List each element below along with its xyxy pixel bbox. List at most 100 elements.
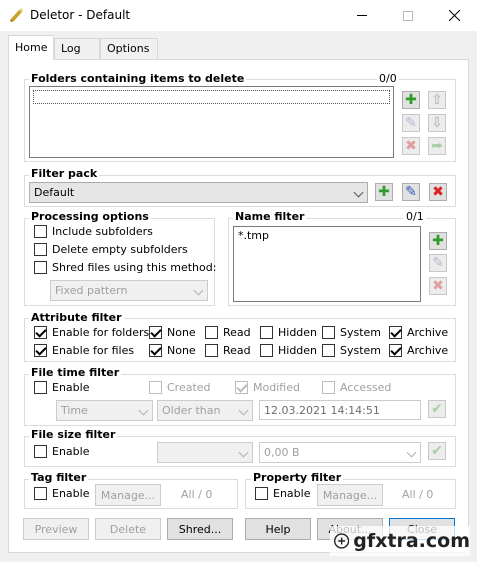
tag-enable-text: Enable: [52, 487, 90, 500]
plus-icon: ✚: [432, 233, 444, 249]
folders-hidden-checkbox[interactable]: [260, 326, 273, 339]
folders-archive-text: Archive: [407, 326, 449, 339]
files-none-checkbox[interactable]: [149, 344, 162, 357]
tab-options[interactable]: Options: [100, 38, 158, 59]
folders-system-checkbox[interactable]: [322, 326, 335, 339]
files-hidden-text: Hidden: [278, 344, 318, 357]
include-subfolders-option[interactable]: Include subfolders: [34, 225, 153, 238]
move-up-button: ⇧: [428, 91, 446, 109]
folders-none-checkbox[interactable]: [149, 326, 162, 339]
files-hidden-checkbox[interactable]: [260, 344, 273, 357]
edit-filter-pack-button[interactable]: ✎: [402, 183, 420, 201]
list-item[interactable]: *.tmp: [238, 229, 416, 242]
property-count: All / 0: [402, 488, 434, 501]
enable-folders-option[interactable]: Enable for folders: [34, 326, 149, 339]
attribute-filter-title: Attribute filter: [29, 311, 124, 324]
files-system-checkbox[interactable]: [322, 344, 335, 357]
add-folder-button[interactable]: ✚: [402, 91, 420, 109]
include-subfolders-text: Include subfolders: [52, 225, 153, 238]
files-system-option[interactable]: System: [322, 344, 381, 357]
file-time-label: File time filter: [29, 366, 122, 379]
add-name-filter-button[interactable]: ✚: [429, 232, 447, 250]
preview-button: Preview: [23, 518, 89, 540]
size-operator-select: [157, 442, 253, 463]
property-enable-checkbox[interactable]: [255, 487, 268, 500]
window-title: Deletor - Default: [30, 8, 131, 22]
property-enable-option[interactable]: Enable: [255, 487, 310, 500]
files-read-checkbox[interactable]: [205, 344, 218, 357]
chevron-down-icon: [353, 187, 364, 198]
plus-icon: ✚: [378, 184, 390, 200]
delete-empty-checkbox[interactable]: [34, 243, 47, 256]
modified-text: Modified: [253, 381, 300, 394]
arrow-right-icon: ➦: [431, 138, 443, 154]
enable-files-text: Enable for files: [52, 344, 135, 357]
delete-filter-pack-button[interactable]: ✖: [429, 183, 447, 201]
accessed-text: Accessed: [340, 381, 392, 394]
close-window-button[interactable]: [431, 0, 477, 31]
folders-archive-option[interactable]: Archive: [389, 326, 448, 339]
minimize-button[interactable]: [339, 0, 385, 31]
folders-read-checkbox[interactable]: [205, 326, 218, 339]
shred-button[interactable]: Shred...: [167, 518, 233, 540]
enable-folders-text: Enable for folders: [52, 326, 150, 339]
file-size-enable-option[interactable]: Enable: [34, 445, 89, 458]
tag-enable-checkbox[interactable]: [34, 487, 47, 500]
chevron-down-icon: [238, 405, 249, 416]
modified-option: Modified: [235, 381, 300, 394]
folders-hidden-option[interactable]: Hidden: [260, 326, 317, 339]
close-icon: [448, 10, 460, 21]
property-filter-label: Property filter: [251, 471, 344, 484]
file-time-enable-option[interactable]: Enable: [34, 381, 89, 394]
add-filter-pack-button[interactable]: ✚: [375, 183, 393, 201]
help-button[interactable]: Help: [245, 518, 311, 540]
pencil-icon: ✎: [405, 115, 417, 131]
folders-system-text: System: [340, 326, 382, 339]
folders-read-option[interactable]: Read: [205, 326, 251, 339]
created-text: Created: [167, 381, 211, 394]
property-enable-text: Enable: [273, 487, 311, 500]
folders-none-option[interactable]: None: [149, 326, 196, 339]
shred-method-select: Fixed pattern: [50, 280, 208, 301]
tag-enable-option[interactable]: Enable: [34, 487, 89, 500]
enable-folders-checkbox[interactable]: [34, 326, 47, 339]
filter-pack-select[interactable]: Default: [29, 182, 368, 203]
files-archive-checkbox[interactable]: [389, 344, 402, 357]
include-subfolders-checkbox[interactable]: [34, 225, 47, 238]
folders-list[interactable]: [29, 86, 394, 158]
file-time-enable-checkbox[interactable]: [34, 381, 47, 394]
pencil-icon: ✎: [432, 255, 444, 271]
watermark: gfxtra.com: [330, 526, 470, 556]
folders-read-text: Read: [223, 326, 251, 339]
files-read-option[interactable]: Read: [205, 344, 251, 357]
app-icon: [10, 8, 23, 22]
accessed-checkbox: [322, 381, 335, 394]
shred-checkbox[interactable]: [34, 261, 47, 274]
remove-folder-button: ✖: [402, 137, 420, 155]
chevron-down-icon: [406, 447, 417, 458]
enable-files-checkbox[interactable]: [34, 344, 47, 357]
time-operator-select: Older than: [157, 400, 253, 421]
watermark-logo: [334, 533, 350, 549]
enable-files-option[interactable]: Enable for files: [34, 344, 134, 357]
files-archive-option[interactable]: Archive: [389, 344, 448, 357]
tag-filter-label: Tag filter: [29, 471, 89, 484]
file-time-enable-text: Enable: [52, 381, 90, 394]
filter-pack-label: Filter pack: [29, 167, 100, 180]
shred-option[interactable]: Shred files using this method:: [34, 261, 216, 274]
tab-log[interactable]: Log: [54, 38, 100, 59]
size-value-text: 0,00 B: [264, 446, 300, 459]
tab-home[interactable]: Home: [8, 35, 54, 60]
check-icon: ✔: [431, 443, 443, 459]
delete-button: Delete: [95, 518, 161, 540]
open-folder-button: ➦: [428, 137, 446, 155]
folders-archive-checkbox[interactable]: [389, 326, 402, 339]
delete-empty-option[interactable]: Delete empty subfolders: [34, 243, 188, 256]
file-size-enable-checkbox[interactable]: [34, 445, 47, 458]
apply-size-button: ✔: [428, 442, 446, 460]
apply-time-button: ✔: [428, 400, 446, 418]
files-hidden-option[interactable]: Hidden: [260, 344, 317, 357]
name-filter-list[interactable]: *.tmp: [233, 226, 421, 302]
folders-system-option[interactable]: System: [322, 326, 381, 339]
files-none-option[interactable]: None: [149, 344, 196, 357]
